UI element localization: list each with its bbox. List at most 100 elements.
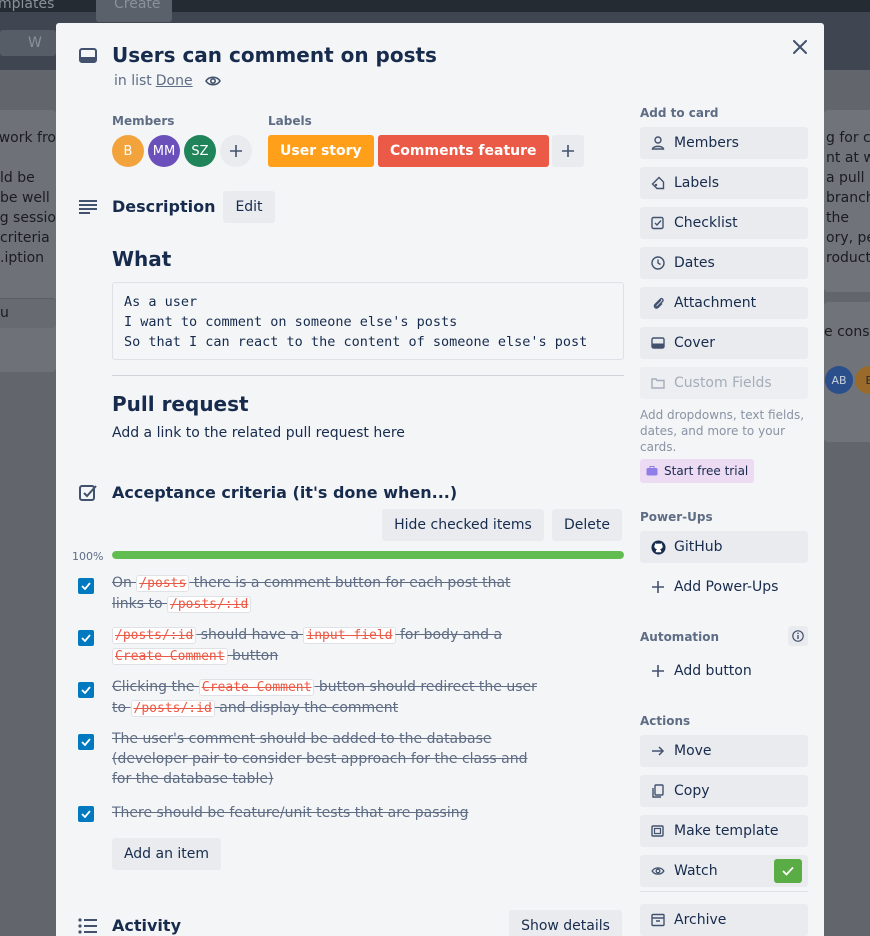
- add-checklist-item-button[interactable]: Add an item: [112, 838, 221, 870]
- close-icon: [793, 40, 807, 54]
- checklist-button[interactable]: Checklist: [640, 207, 808, 239]
- button-label: Dates: [674, 255, 715, 271]
- custom-fields-note: Add dropdowns, text fields, dates, and m…: [640, 408, 805, 454]
- tag-icon: [650, 175, 666, 191]
- what-heading: What: [112, 247, 172, 271]
- checklist-title[interactable]: Acceptance criteria (it's done when...): [112, 483, 457, 502]
- github-powerup-button[interactable]: GitHub: [640, 531, 808, 563]
- add-member-button[interactable]: [220, 135, 252, 167]
- button-label: Move: [674, 743, 712, 759]
- add-power-ups-button[interactable]: Add Power-Ups: [640, 571, 808, 603]
- start-free-trial-button[interactable]: Start free trial: [640, 459, 755, 483]
- checklist-item-text[interactable]: /posts/:id should have a input field for…: [112, 625, 542, 667]
- button-label: Labels: [674, 175, 720, 191]
- item-text: There should be feature/unit tests that …: [112, 805, 469, 821]
- automation-heading: Automation: [640, 630, 720, 644]
- item-text: should have a: [196, 627, 304, 643]
- check-icon: [81, 738, 91, 746]
- add-automation-button[interactable]: Add button: [640, 655, 808, 687]
- inline-code: /posts/:id: [130, 700, 215, 717]
- eye-icon: [204, 76, 221, 86]
- close-button[interactable]: [788, 35, 812, 59]
- members-heading: Members: [112, 114, 175, 128]
- checklist-item-checkbox[interactable]: [78, 630, 94, 646]
- checklist-item-checkbox[interactable]: [78, 734, 94, 750]
- member-avatar[interactable]: MM: [148, 135, 180, 167]
- cover-icon: [650, 335, 666, 351]
- bg-text-line: iption.: [0, 250, 45, 266]
- checklist-item-text[interactable]: There should be feature/unit tests that …: [112, 803, 542, 823]
- plus-icon: [230, 145, 242, 157]
- labels-button[interactable]: Labels: [640, 167, 808, 199]
- button-label: Cover: [674, 335, 715, 351]
- automation-info-button[interactable]: [788, 626, 808, 646]
- check-icon: [81, 634, 91, 642]
- eye-icon: [650, 863, 666, 879]
- inline-code: /posts/:id: [167, 596, 252, 613]
- bg-avatar: AB: [825, 366, 853, 394]
- nav-templates-tab: mplates: [0, 0, 55, 12]
- bg-text-line: ory, per: [826, 230, 870, 246]
- checklist-item-text[interactable]: Clicking the Create Comment button shoul…: [112, 677, 542, 719]
- bg-text-line: a pull: [826, 170, 865, 186]
- label-comments-feature[interactable]: Comments feature: [378, 135, 549, 167]
- copy-button[interactable]: Copy: [640, 775, 808, 807]
- inline-code: /posts: [136, 575, 190, 592]
- bg-card-left-footer: u: [0, 298, 56, 328]
- divider: [640, 891, 808, 892]
- arrow-right-icon: [650, 743, 666, 759]
- plus-icon: [650, 579, 666, 595]
- custom-fields-button[interactable]: Custom Fields: [640, 367, 808, 399]
- checklist-item-checkbox[interactable]: [78, 682, 94, 698]
- bg-text-line: roduct: [826, 250, 870, 266]
- add-label-button[interactable]: [552, 135, 584, 167]
- person-icon: [650, 135, 666, 151]
- edit-description-button[interactable]: Edit: [223, 191, 275, 223]
- item-text: On: [112, 575, 137, 591]
- pull-request-heading: Pull request: [112, 392, 249, 416]
- activity-icon: [78, 918, 97, 934]
- clock-icon: [650, 255, 666, 271]
- divider: [112, 375, 624, 376]
- checklist-icon: [650, 215, 666, 231]
- button-label: Attachment: [674, 295, 757, 311]
- bg-text-line: be well: [0, 190, 50, 206]
- button-label: Members: [674, 135, 739, 151]
- show-details-button[interactable]: Show details: [509, 910, 622, 936]
- briefcase-icon: [646, 466, 658, 476]
- pull-request-text: Add a link to the related pull request h…: [112, 425, 405, 441]
- add-to-card-heading: Add to card: [640, 106, 719, 120]
- dates-button[interactable]: Dates: [640, 247, 808, 279]
- checklist-item-text[interactable]: On /posts there is a comment button for …: [112, 573, 542, 615]
- member-avatar[interactable]: SZ: [184, 135, 216, 167]
- list-link[interactable]: Done: [156, 73, 193, 89]
- check-icon: [81, 810, 91, 818]
- move-button[interactable]: Move: [640, 735, 808, 767]
- archive-button[interactable]: Archive: [640, 904, 808, 936]
- checklist-item-checkbox[interactable]: [78, 806, 94, 822]
- checklist-icon: [79, 485, 97, 501]
- labels-heading: Labels: [268, 114, 312, 128]
- inline-code: input field: [303, 627, 396, 644]
- power-ups-heading: Power-Ups: [640, 510, 713, 524]
- activity-heading: Activity: [112, 916, 181, 935]
- member-avatar[interactable]: B: [112, 135, 144, 167]
- check-icon: [81, 686, 91, 694]
- checklist-item-checkbox[interactable]: [78, 578, 94, 594]
- check-icon: [81, 582, 91, 590]
- watch-button[interactable]: Watch: [640, 855, 808, 887]
- actions-heading: Actions: [640, 714, 691, 728]
- card-title[interactable]: Users can comment on posts: [112, 43, 437, 67]
- delete-checklist-button[interactable]: Delete: [552, 509, 622, 541]
- folder-icon: [650, 375, 666, 391]
- cover-button[interactable]: Cover: [640, 327, 808, 359]
- make-template-button[interactable]: Make template: [640, 815, 808, 847]
- bg-text-line: nt at w: [826, 150, 870, 166]
- members-button[interactable]: Members: [640, 127, 808, 159]
- checklist-percent: 100%: [72, 550, 104, 563]
- description-icon: [79, 200, 97, 214]
- attachment-button[interactable]: Attachment: [640, 287, 808, 319]
- hide-checked-items-button[interactable]: Hide checked items: [382, 509, 544, 541]
- checklist-item-text[interactable]: The user's comment should be added to th…: [112, 729, 542, 789]
- label-user-story[interactable]: User story: [268, 135, 374, 167]
